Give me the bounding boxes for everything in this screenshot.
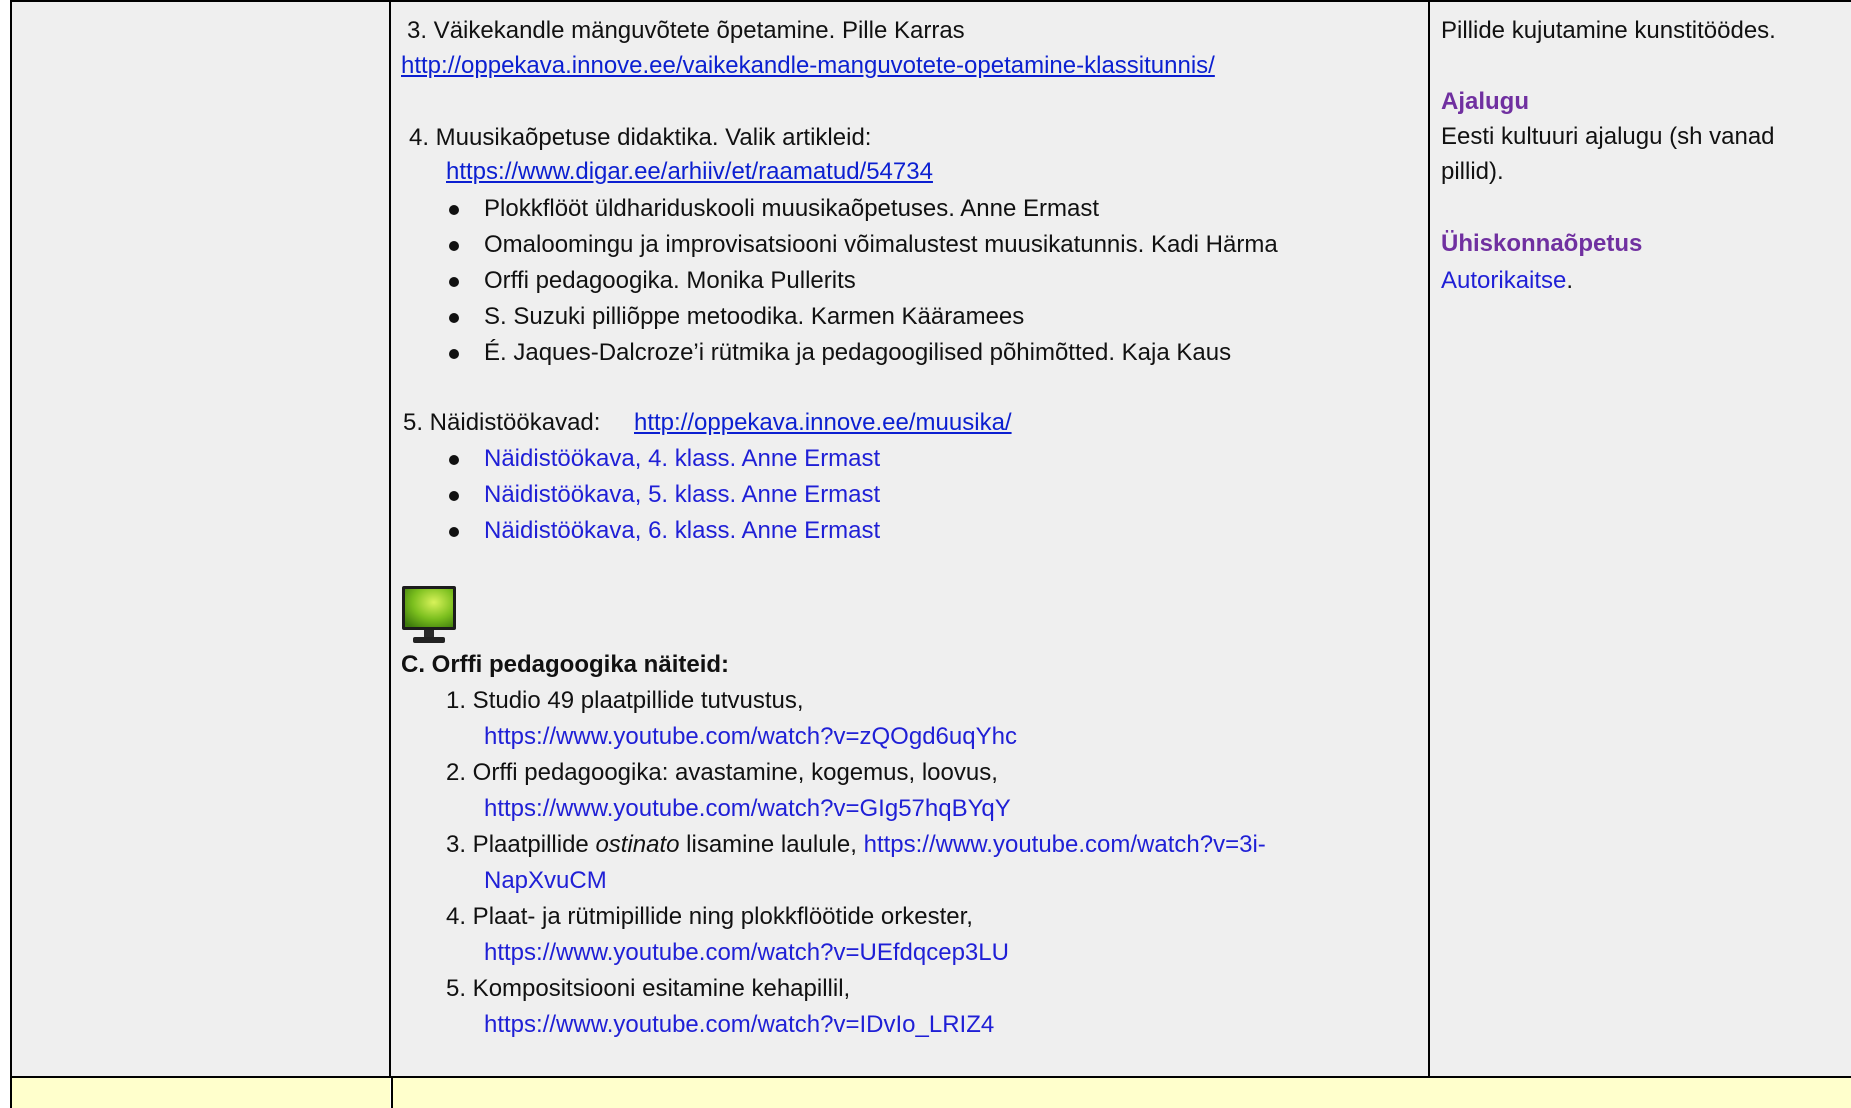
social-heading: Ühiskonnaõpetus [1441, 230, 1643, 257]
video-link[interactable]: https://www.youtube.com/watch?v=IDvIo_LR… [484, 1010, 994, 1040]
bullet-dot [449, 313, 459, 323]
next-row-right [393, 1078, 1851, 1108]
list-item: Omaloomingu ja improvisatsiooni võimalus… [484, 231, 1278, 258]
list-item-text: 3. Plaatpillide [446, 831, 596, 858]
bullet-dot [449, 491, 459, 501]
next-row-left [11, 1078, 390, 1108]
list-item-link[interactable]: Näidistöökava, 4. klass. Anne Ermast [484, 444, 880, 474]
item3-link[interactable]: http://oppekava.innove.ee/vaikekandle-ma… [401, 51, 1215, 81]
video-link[interactable]: https://www.youtube.com/watch?v=GIg57hqB… [484, 794, 1011, 824]
list-item-link[interactable]: Näidistöökava, 6. klass. Anne Ermast [484, 516, 880, 546]
bullet-dot [449, 527, 459, 537]
list-item-emphasis: ostinato [595, 831, 680, 858]
item3-title: 3. Väikekandle mänguvõtete õpetamine. Pi… [407, 17, 965, 44]
table-left-border [10, 0, 12, 1108]
left-cell [11, 0, 390, 1076]
item4-title: 4. Muusikaõpetuse didaktika. Valik artik… [409, 124, 872, 151]
history-heading: Ajalugu [1441, 88, 1529, 115]
list-item: 5. Kompositsiooni esitamine kehapillil, [446, 975, 851, 1002]
list-item: Plokkflööt üldhariduskooli muusikaõpetus… [484, 195, 1099, 222]
monitor-icon [402, 586, 456, 643]
column-divider-2 [1428, 0, 1430, 1076]
item4-link[interactable]: https://www.digar.ee/arhiiv/et/raamatud/… [446, 157, 933, 187]
bullet-dot [449, 349, 459, 359]
history-line-2: pillid). [1441, 158, 1504, 185]
bullet-dot [449, 277, 459, 287]
social-period: . [1566, 267, 1574, 294]
social-line: Autorikaitse. [1441, 266, 1573, 296]
list-item-link[interactable]: Näidistöökava, 5. klass. Anne Ermast [484, 480, 880, 510]
bullet-dot [449, 241, 459, 251]
item5-label: 5. Näidistöökavad: [403, 409, 601, 436]
list-item: 4. Plaat- ja rütmipillide ning plokkflöö… [446, 903, 973, 930]
video-link[interactable]: https://www.youtube.com/watch?v=3i- [864, 831, 1266, 858]
section-c-title: C. Orffi pedagoogika näiteid: [401, 651, 730, 678]
bullet-dot [449, 205, 459, 215]
video-link-continued[interactable]: NapXvuCM [484, 866, 607, 896]
column-divider-1b [391, 1076, 393, 1108]
item5-link[interactable]: http://oppekava.innove.ee/muusika/ [634, 408, 1012, 438]
bullet-dot [449, 455, 459, 465]
right-intro: Pillide kujutamine kunstitöödes. [1441, 17, 1776, 44]
list-item: S. Suzuki pilliõppe metoodika. Karmen Kä… [484, 303, 1025, 330]
row-divider [10, 1076, 1851, 1078]
history-line-1: Eesti kultuuri ajalugu (sh vanad [1441, 123, 1775, 150]
table-top-border [10, 0, 1851, 2]
list-item-text: lisamine laulule, [679, 831, 857, 858]
column-divider-1 [389, 0, 391, 1076]
video-link[interactable]: https://www.youtube.com/watch?v=zQOgd6uq… [484, 722, 1017, 752]
list-item: É. Jaques-Dalcroze’i rütmika ja pedagoog… [484, 339, 1232, 366]
list-item: 1. Studio 49 plaatpillide tutvustus, [446, 687, 804, 714]
list-item: 3. Plaatpillide ostinato lisamine laulul… [446, 830, 1266, 860]
video-link[interactable]: https://www.youtube.com/watch?v=UEfdqcep… [484, 938, 1009, 968]
list-item: Orffi pedagoogika. Monika Pullerits [484, 267, 856, 294]
copyright-link[interactable]: Autorikaitse [1441, 267, 1566, 294]
list-item: 2. Orffi pedagoogika: avastamine, kogemu… [446, 759, 998, 786]
